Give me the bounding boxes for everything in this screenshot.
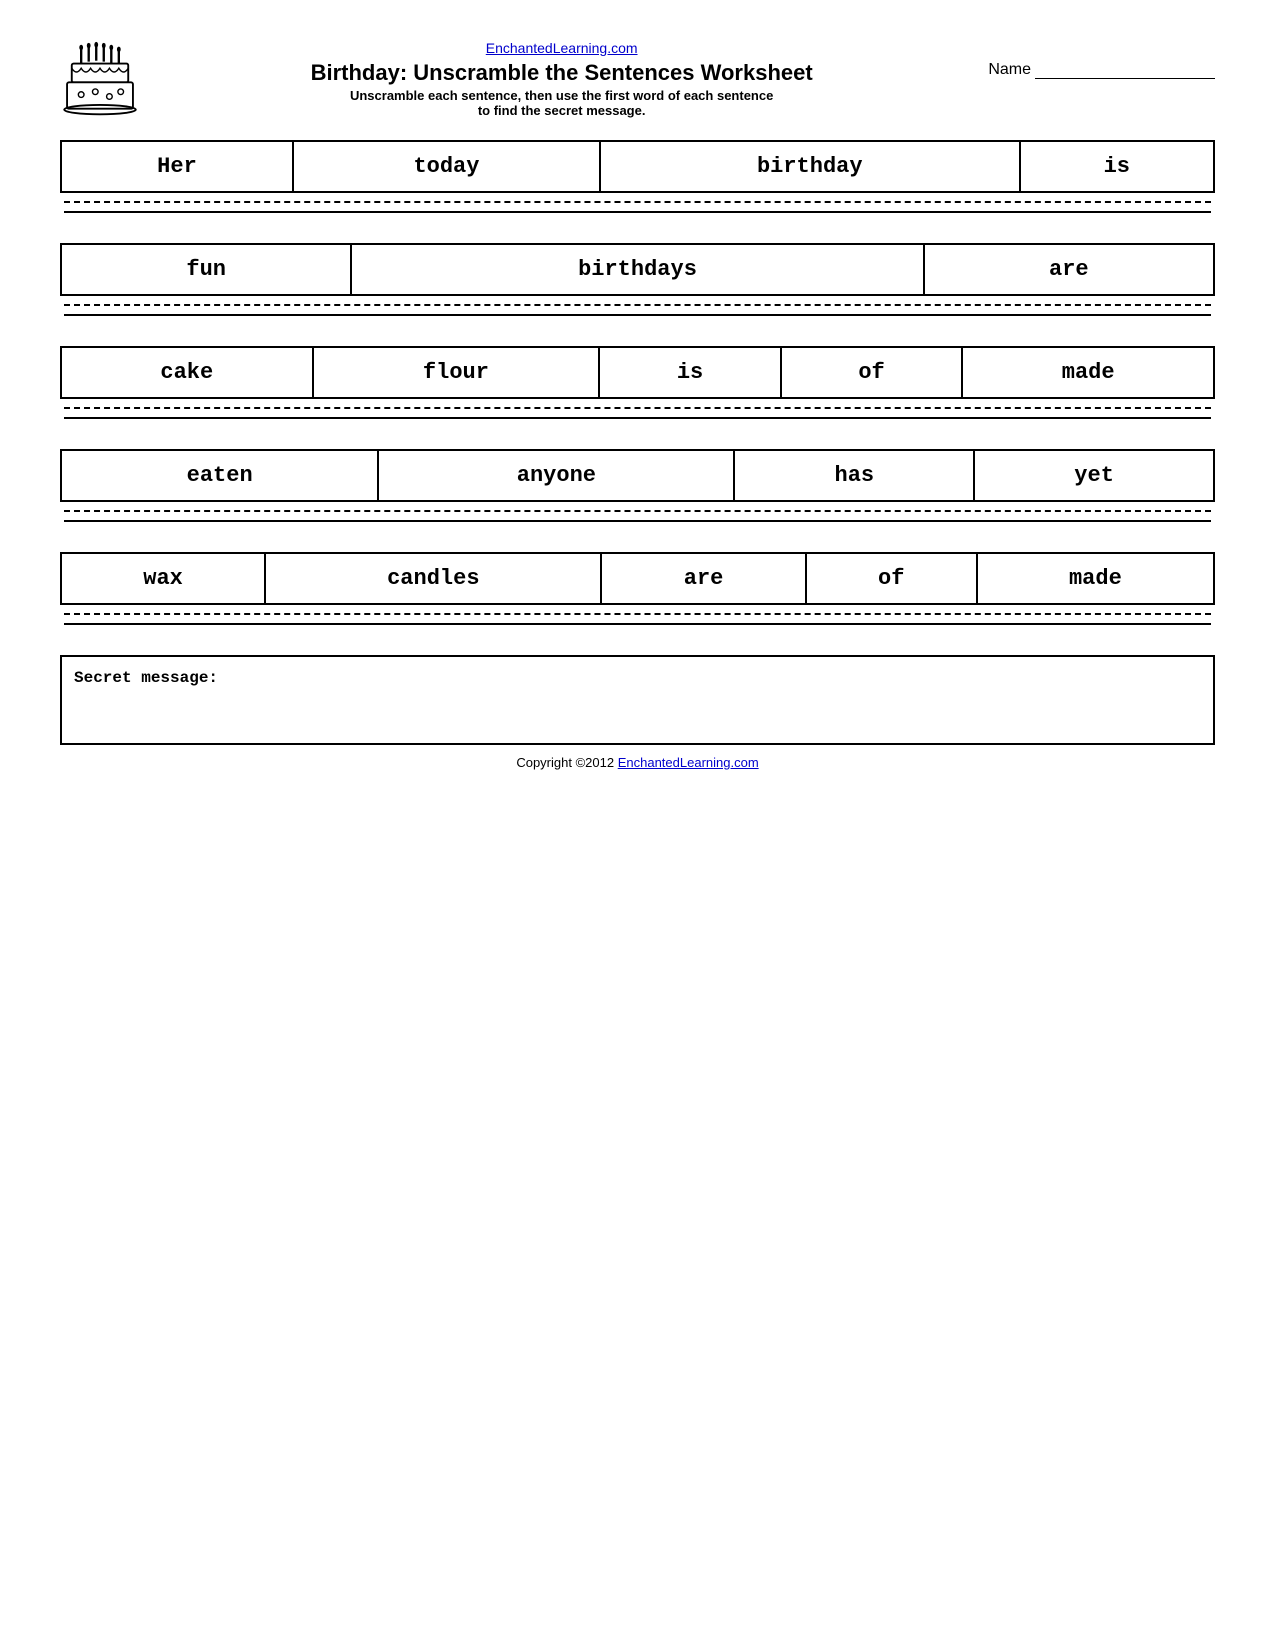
answer-area-1	[60, 201, 1215, 213]
word-table-1: Her today birthday is	[60, 140, 1215, 193]
page-header: EnchantedLearning.com Birthday: Unscramb…	[60, 40, 1215, 120]
word-3-3: is	[599, 347, 781, 398]
copyright-text: Copyright	[516, 755, 572, 770]
word-2-2: birthdays	[351, 244, 923, 295]
word-4-3: has	[734, 450, 974, 501]
secret-message-box[interactable]: Secret message:	[60, 655, 1215, 745]
word-2-3: are	[924, 244, 1214, 295]
name-field: Name	[988, 40, 1215, 79]
dotted-line-5	[64, 613, 1211, 615]
answer-area-4	[60, 510, 1215, 522]
copyright-year: ©2012	[576, 755, 615, 770]
site-link[interactable]: EnchantedLearning.com	[155, 40, 968, 58]
cake-icon	[60, 40, 140, 120]
word-2-1: fun	[61, 244, 351, 295]
word-3-1: cake	[61, 347, 313, 398]
name-label: Name	[988, 61, 1031, 79]
dotted-line-3	[64, 407, 1211, 409]
word-5-1: wax	[61, 553, 265, 604]
answer-area-2	[60, 304, 1215, 316]
header-subtitle-2: to find the secret message.	[155, 103, 968, 118]
word-4-1: eaten	[61, 450, 378, 501]
sentence-1: Her today birthday is	[60, 140, 1215, 213]
word-3-4: of	[781, 347, 963, 398]
solid-line-1	[64, 211, 1211, 213]
word-1-3: birthday	[600, 141, 1020, 192]
sentence-3: cake flour is of made	[60, 346, 1215, 419]
dotted-line-2	[64, 304, 1211, 306]
word-4-2: anyone	[378, 450, 734, 501]
word-3-2: flour	[313, 347, 600, 398]
word-table-5: wax candles are of made	[60, 552, 1215, 605]
solid-line-2	[64, 314, 1211, 316]
dotted-line-1	[64, 201, 1211, 203]
word-5-4: of	[806, 553, 977, 604]
header-subtitle-1: Unscramble each sentence, then use the f…	[155, 88, 968, 103]
solid-line-3	[64, 417, 1211, 419]
footer-site-link[interactable]: EnchantedLearning.com	[618, 755, 759, 770]
solid-line-4	[64, 520, 1211, 522]
word-1-2: today	[293, 141, 600, 192]
word-table-4: eaten anyone has yet	[60, 449, 1215, 502]
sentence-5: wax candles are of made	[60, 552, 1215, 625]
word-5-3: are	[601, 553, 805, 604]
dotted-line-4	[64, 510, 1211, 512]
word-4-4: yet	[974, 450, 1214, 501]
word-table-2: fun birthdays are	[60, 243, 1215, 296]
word-1-1: Her	[61, 141, 293, 192]
answer-area-5	[60, 613, 1215, 625]
word-5-2: candles	[265, 553, 601, 604]
word-3-5: made	[962, 347, 1214, 398]
sentence-4: eaten anyone has yet	[60, 449, 1215, 522]
name-input-line[interactable]	[1035, 60, 1215, 79]
secret-message-label: Secret message:	[74, 669, 218, 687]
solid-line-5	[64, 623, 1211, 625]
answer-area-3	[60, 407, 1215, 419]
page-footer: Copyright ©2012 EnchantedLearning.com	[60, 755, 1215, 770]
page-title: Birthday: Unscramble the Sentences Works…	[155, 60, 968, 86]
word-table-3: cake flour is of made	[60, 346, 1215, 399]
header-text-block: EnchantedLearning.com Birthday: Unscramb…	[155, 40, 968, 118]
word-5-5: made	[977, 553, 1214, 604]
word-1-4: is	[1020, 141, 1214, 192]
sentence-2: fun birthdays are	[60, 243, 1215, 316]
